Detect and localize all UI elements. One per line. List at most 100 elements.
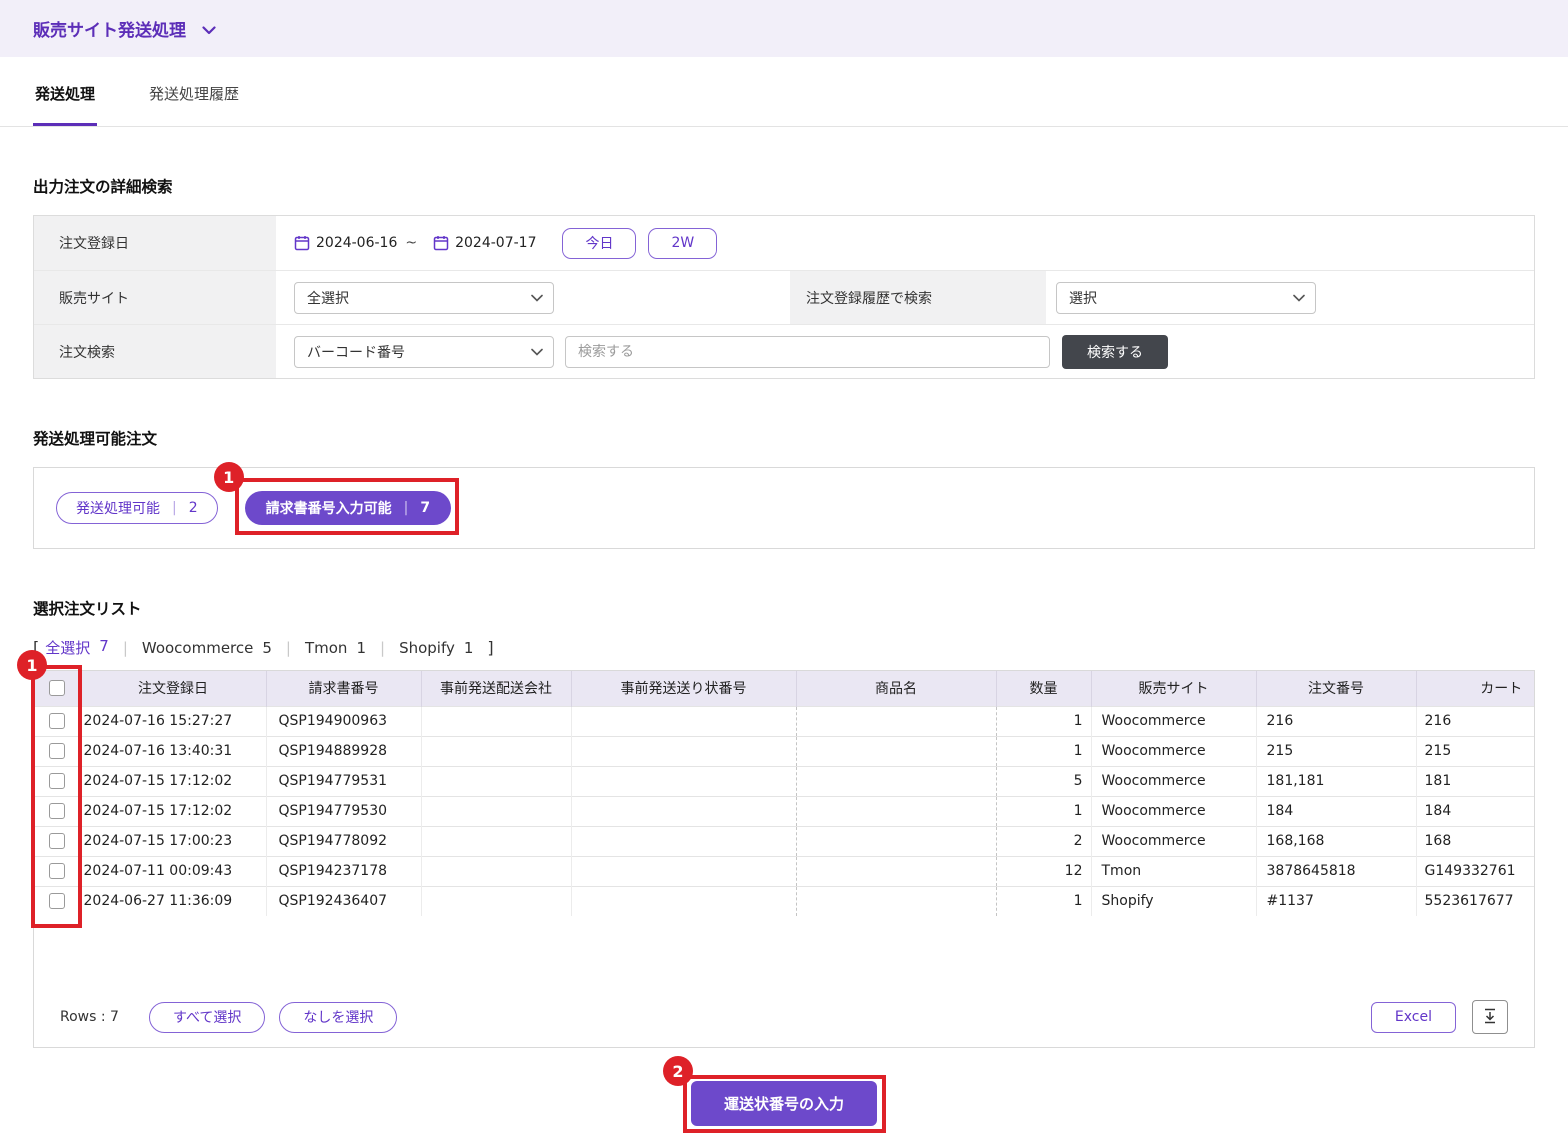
cell-checkbox [34,795,80,826]
select-all-header-cell [34,671,80,706]
cell-checkbox [34,705,80,736]
search-type-select-value: バーコード番号 [307,344,405,361]
cell-checkbox [34,855,80,886]
site-filter-shopify-count: 1 [463,638,474,657]
site-filter-shopify[interactable]: Shopify 1 [399,639,473,657]
divider: | [285,638,291,657]
select-none-button[interactable]: なしを選択 [279,1001,398,1033]
site-filter-all-label: 全選択 [45,639,91,657]
sales-site-label: 販売サイト [34,271,276,324]
table-row[interactable]: 2024-06-27 11:36:09 QSP192436407 1 Shopi… [34,885,1534,916]
shippable-filter-label: 発送処理可能 [76,501,160,517]
cell-tracking [570,765,796,796]
chevron-down-icon [531,348,543,356]
cell-date: 2024-06-27 11:36:09 [79,885,266,916]
search-input[interactable] [565,335,1050,368]
tab-shipping-label: 発送処理 [35,85,96,103]
main-content: 出力注文の詳細検索 注文登録日 2024-06-16 ~ 2024-07-17 … [0,175,1568,1133]
sales-site-select[interactable]: 全選択 [294,281,554,314]
order-search-row: 注文検索 バーコード番号 検索する [34,324,1534,378]
bracket-open: [ [33,638,40,657]
bottom-action-area: 2 運送状番号の入力 [33,1056,1535,1133]
chevron-down-icon[interactable] [202,25,216,35]
cell-carrier [420,855,571,886]
table-row[interactable]: 2024-07-16 13:40:31 QSP194889928 1 Wooco… [34,735,1534,766]
order-date-row: 注文登録日 2024-06-16 ~ 2024-07-17 今日 2W [34,216,1534,270]
table-row[interactable]: 2024-07-15 17:12:02 QSP194779530 1 Wooco… [34,795,1534,826]
cell-product [795,825,997,856]
shippable-filter-button[interactable]: 発送処理可能 | 2 [56,492,218,524]
table-row[interactable]: 2024-07-11 00:09:43 QSP194237178 12 Tmon… [34,855,1534,886]
site-filter-all[interactable]: 全選択 7 [45,637,109,658]
submit-annotated-group: 2 運送状番号の入力 [662,1056,886,1133]
order-search-label: 注文検索 [34,325,276,378]
divider: | [403,500,409,516]
order-date-fields: 2024-06-16 ~ 2024-07-17 今日 2W [276,216,1534,270]
invoice-ready-filter-button[interactable]: 請求書番号入力可能 | 7 [244,491,452,525]
table-row[interactable]: 2024-07-16 15:27:27 QSP194900963 1 Wooco… [34,705,1534,736]
calendar-icon[interactable] [433,235,449,251]
cell-order-no: 215 [1255,735,1416,766]
two-weeks-button[interactable]: 2W [648,227,718,259]
calendar-icon[interactable] [294,235,310,251]
search-button[interactable]: 検索する [1062,334,1168,369]
tab-shipping[interactable]: 発送処理 [33,57,98,126]
cell-order-no: 3878645818 [1255,855,1416,886]
cell-product [795,735,997,766]
cell-tracking [570,825,796,856]
tracking-number-submit-button[interactable]: 運送状番号の入力 [690,1081,877,1126]
date-range-separator: ~ [405,235,418,251]
cell-order-no: 184 [1255,795,1416,826]
row-checkbox[interactable] [48,863,65,879]
cell-date: 2024-07-15 17:12:02 [79,765,266,796]
site-filter-woocommerce[interactable]: Woocommerce 5 [142,639,272,657]
cell-product [795,765,997,796]
site-filter-bar: [ 全選択 7 | Woocommerce 5 | Tmon 1 | Shopi… [33,637,1535,658]
cell-invoice: QSP194237178 [265,855,421,886]
cell-cart: 216 [1415,705,1534,736]
cell-qty: 1 [996,735,1091,766]
cell-tracking [570,855,796,886]
today-button[interactable]: 今日 [562,227,637,259]
chevron-down-icon [531,294,543,302]
excel-export-button[interactable]: Excel [1370,1001,1456,1033]
select-all-button[interactable]: すべて選択 [148,1001,266,1033]
cell-site: Tmon [1090,855,1256,886]
row-checkbox[interactable] [48,743,65,759]
order-history-select[interactable]: 選択 [1056,281,1316,314]
date-from-field[interactable]: 2024-06-16 [316,235,397,251]
cell-qty: 1 [996,705,1091,736]
page-title-dropdown[interactable]: 販売サイト発送処理 [33,16,216,41]
cell-site: Woocommerce [1090,735,1256,766]
cell-cart: 168 [1415,825,1534,856]
row-checkbox[interactable] [48,713,65,729]
row-checkbox[interactable] [48,893,65,910]
select-all-checkbox[interactable] [48,680,65,697]
tab-history-label: 発送処理履歴 [149,85,240,103]
site-filter-tmon[interactable]: Tmon 1 [305,639,366,657]
search-type-select[interactable]: バーコード番号 [294,335,554,368]
cell-checkbox [34,735,80,766]
cell-cart: 181 [1415,765,1534,796]
cell-date: 2024-07-11 00:09:43 [79,855,266,886]
sales-site-select-value: 全選択 [307,290,349,307]
download-button[interactable] [1472,1000,1508,1034]
tab-shipping-history[interactable]: 発送処理履歴 [147,57,241,126]
invoice-ready-annotated-group: 1 請求書番号入力可能 | 7 [213,462,460,535]
cell-site: Woocommerce [1090,705,1256,736]
row-checkbox[interactable] [48,803,65,819]
row-checkbox[interactable] [48,833,65,849]
table-row[interactable]: 2024-07-15 17:12:02 QSP194779531 5 Wooco… [34,765,1534,796]
annotation-badge-1: 1 [213,462,244,492]
cell-qty: 2 [996,825,1091,856]
annotation-badge-2: 2 [662,1056,693,1086]
date-to-field[interactable]: 2024-07-17 [455,235,536,251]
available-orders-heading: 発送処理可能注文 [33,430,158,448]
cell-site: Shopify [1090,885,1256,916]
site-filter-woocommerce-count: 5 [262,638,272,657]
cell-product [795,855,997,886]
download-icon [1482,1008,1498,1027]
invoice-ready-filter-count: 7 [420,500,431,516]
row-checkbox[interactable] [48,773,65,789]
table-row[interactable]: 2024-07-15 17:00:23 QSP194778092 2 Wooco… [34,825,1534,856]
